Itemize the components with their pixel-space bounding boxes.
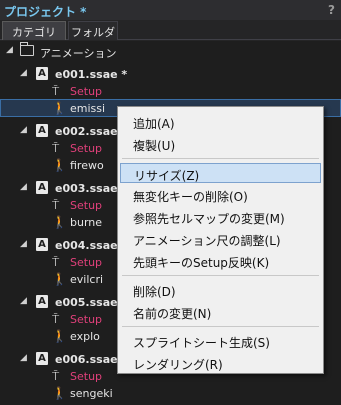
animation-name: e005.ssae [55,296,118,309]
menu-separator [122,158,319,159]
tree-root[interactable]: ◢ アニメーション [0,42,341,60]
walking-figure-icon: 🚶 [52,215,67,229]
motion-node[interactable]: 🚶 sengeki [0,384,341,402]
animation-name: e004.ssae [55,239,118,252]
setup-pose-icon: ⍑ [52,369,60,383]
panel-title: プロジェクト * [4,5,87,19]
tab-bar: カテゴリ フォルダ [0,21,341,40]
setup-pose-icon: ⍑ [52,312,60,326]
animation-file-icon: A [36,352,48,365]
tab-folder[interactable]: フォルダ [68,21,118,40]
motion-label: explo [70,330,100,343]
menu-item-change-cellmap[interactable]: 参照先セルマップの変更(M) [120,207,321,227]
animation-name: e002.ssae [55,125,118,138]
expand-arrow-icon[interactable]: ◢ [20,296,27,306]
setup-label: Setup [70,313,103,326]
setup-label: Setup [70,142,103,155]
tree-root-label: アニメーション [40,47,117,60]
setup-label: Setup [70,370,103,383]
menu-separator [122,326,319,327]
help-button[interactable]: ? [328,3,335,17]
animation-name: e003.ssae [55,182,118,195]
setup-label: Setup [70,256,103,269]
motion-label: burne [70,216,103,229]
menu-item-apply-setup[interactable]: 先頭キーのSetup反映(K) [120,251,321,271]
animation-file-icon: A [36,238,48,251]
animation-name: e006.ssae [55,353,118,366]
menu-item-rename[interactable]: 名前の変更(N) [120,302,321,322]
menu-separator [122,275,319,276]
context-menu: 追加(A) 複製(U) リサイズ(Z) 無変化キーの削除(O) 参照先セルマップ… [117,106,324,374]
setup-pose-icon: ⍑ [52,198,60,212]
menu-item-sprite-sheet[interactable]: スプライトシート生成(S) [120,331,321,351]
motion-label: evilcri [70,273,104,286]
walking-figure-icon: 🚶 [52,101,67,115]
menu-item-render[interactable]: レンダリング(R) [120,353,321,373]
animation-file-icon: A [36,181,48,194]
tab-category[interactable]: カテゴリ [2,21,66,40]
animation-name: e001.ssae * [55,68,128,81]
walking-figure-icon: 🚶 [52,386,67,400]
menu-item-delete-unchanged-keys[interactable]: 無変化キーの削除(O) [120,185,321,205]
animation-file-icon: A [36,295,48,308]
walking-figure-icon: 🚶 [52,158,67,172]
motion-label: sengeki [70,387,113,400]
menu-item-delete[interactable]: 削除(D) [120,280,321,300]
expand-arrow-icon[interactable]: ◢ [20,125,27,135]
menu-item-resize[interactable]: リサイズ(Z) [120,163,321,183]
expand-arrow-icon[interactable]: ◢ [20,353,27,363]
expand-arrow-icon[interactable]: ◢ [20,182,27,192]
menu-item-duplicate[interactable]: 複製(U) [120,134,321,154]
menu-item-add[interactable]: 追加(A) [120,112,321,132]
folder-icon [20,42,34,56]
motion-label: firewo [70,159,104,172]
animation-file-icon: A [36,124,48,137]
panel-titlebar: プロジェクト * ? [0,0,341,20]
expand-arrow-icon[interactable]: ◢ [6,45,13,55]
setup-node[interactable]: ⍑ Setup [0,82,341,100]
motion-label: emissi [70,102,106,115]
setup-pose-icon: ⍑ [52,84,60,98]
expand-arrow-icon[interactable]: ◢ [20,239,27,249]
setup-label: Setup [70,85,103,98]
setup-pose-icon: ⍑ [52,141,60,155]
walking-figure-icon: 🚶 [52,272,67,286]
animation-node[interactable]: ◢ A e001.ssae * [0,65,341,83]
walking-figure-icon: 🚶 [52,329,67,343]
expand-arrow-icon[interactable]: ◢ [20,68,27,78]
menu-item-adjust-length[interactable]: アニメーション尺の調整(L) [120,229,321,249]
animation-file-icon: A [36,67,48,80]
setup-pose-icon: ⍑ [52,255,60,269]
setup-label: Setup [70,199,103,212]
